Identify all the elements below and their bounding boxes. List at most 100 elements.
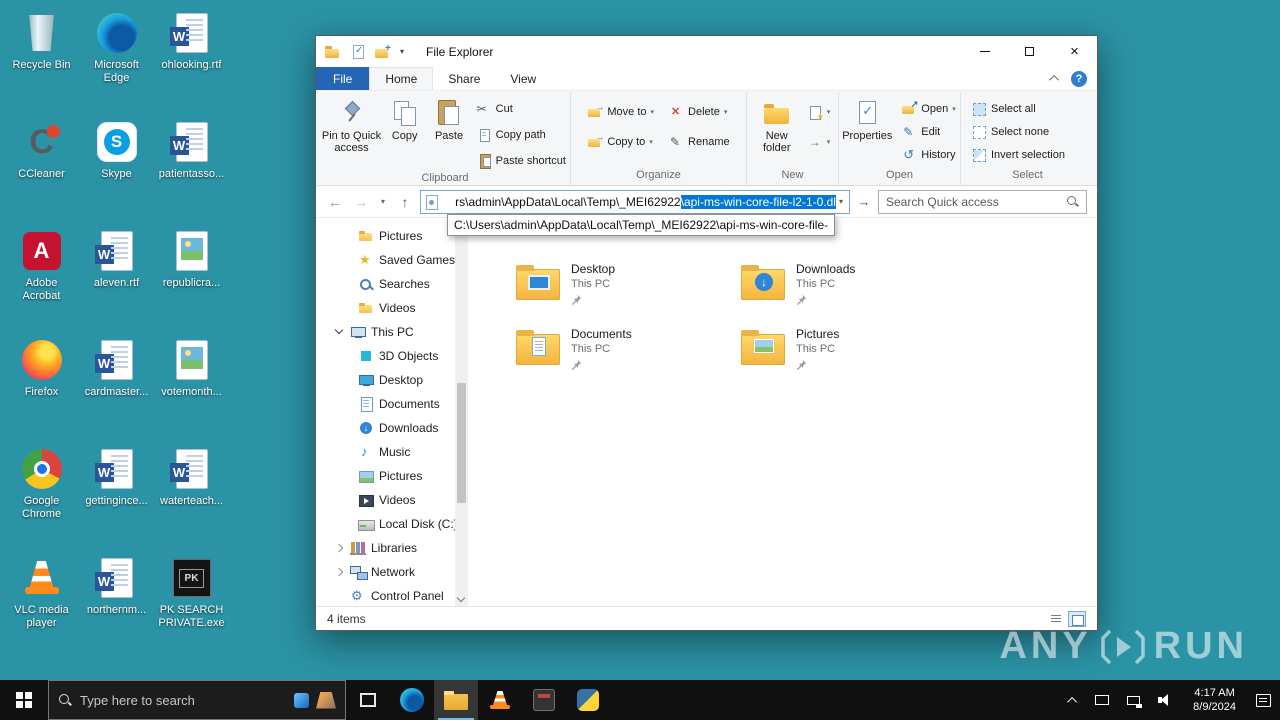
nav-item-network[interactable]: Network [316, 560, 468, 584]
chevron-right-icon[interactable] [334, 543, 344, 553]
nav-item-libraries[interactable]: Libraries [316, 536, 468, 560]
maximize-button[interactable] [1007, 36, 1052, 67]
scrollbar-thumb[interactable] [457, 383, 466, 503]
start-button[interactable] [0, 680, 48, 720]
action-center-button[interactable] [1247, 680, 1280, 720]
desktop-icon-aleven-rtf[interactable]: aleven.rtf [79, 222, 154, 331]
quick-access-item-documents[interactable]: Documents This PC [516, 325, 731, 383]
nav-item-desktop[interactable]: Desktop [316, 368, 468, 392]
taskbar-python-button[interactable] [566, 680, 610, 720]
invert-selection-button[interactable]: Invert selection [967, 145, 1069, 165]
history-button[interactable]: History [897, 145, 959, 165]
qat-customize-chevron-icon[interactable]: ▾ [400, 47, 404, 56]
edit-button[interactable]: Edit [897, 122, 959, 142]
nav-item-videos-user[interactable]: Videos [316, 296, 468, 320]
desktop-icon-ccleaner[interactable]: CCleaner [4, 113, 79, 222]
recent-locations-chevron-icon[interactable]: ▾ [376, 191, 390, 213]
nav-item-3d-objects[interactable]: 3D Objects [316, 344, 468, 368]
desktop-icon-microsoft-edge[interactable]: Microsoft Edge [79, 4, 154, 113]
taskbar-clock[interactable]: 4:17 AM 8/9/2024 [1182, 686, 1247, 714]
desktop-icon-northernm[interactable]: northernm... [79, 549, 154, 658]
nav-item-documents[interactable]: Documents [316, 392, 468, 416]
nav-item-saved-games[interactable]: Saved Games [316, 248, 468, 272]
taskbar-vlc-button[interactable] [478, 680, 522, 720]
nav-scrollbar[interactable] [455, 218, 468, 606]
desktop-icon-republicra[interactable]: republicra... [154, 222, 229, 331]
new-item-button[interactable]: ▾ [803, 102, 835, 122]
tray-display-button[interactable] [1086, 680, 1118, 720]
desktop-icon-pk-search-exe[interactable]: PK SEARCH PRIVATE.exe [154, 549, 229, 658]
cut-button[interactable]: Cut [472, 99, 570, 119]
desktop-icon-firefox[interactable]: Firefox [4, 331, 79, 440]
desktop-icon-ohlooking-rtf[interactable]: ohlooking.rtf [154, 4, 229, 113]
chevron-right-icon[interactable] [334, 567, 344, 577]
quick-access-item-pictures[interactable]: Pictures This PC [741, 325, 956, 383]
desktop-icon-waterteach[interactable]: waterteach... [154, 440, 229, 549]
tray-volume-button[interactable] [1149, 680, 1182, 720]
forward-button[interactable]: → [350, 191, 372, 213]
new-folder-button[interactable]: New folder [751, 94, 803, 154]
show-hidden-icons-button[interactable] [1061, 680, 1086, 720]
nav-item-local-disk-c[interactable]: Local Disk (C:) [316, 512, 468, 536]
copy-path-button[interactable]: Copy path [472, 125, 570, 145]
copy-button[interactable]: Copy [383, 94, 426, 142]
nav-item-this-pc[interactable]: This PC [316, 320, 468, 344]
nav-item-downloads[interactable]: Downloads [316, 416, 468, 440]
help-icon[interactable] [1071, 70, 1087, 87]
move-to-button[interactable]: Move to▾ [583, 102, 658, 122]
properties-button[interactable]: Properties [839, 94, 895, 142]
desktop-icon-google-chrome[interactable]: Google Chrome [4, 440, 79, 549]
copy-to-button[interactable]: Copy to▾ [583, 132, 658, 152]
chevron-down-icon[interactable] [334, 325, 344, 335]
up-button[interactable]: ↑ [394, 191, 416, 213]
title-bar[interactable]: ▾ File Explorer × [316, 36, 1097, 67]
tray-network-button[interactable] [1118, 680, 1149, 720]
go-to-button[interactable]: → [854, 191, 874, 213]
qat-properties-icon[interactable] [350, 44, 366, 60]
tab-share[interactable]: Share [433, 67, 495, 90]
pin-to-quick-access-button[interactable]: Pin to Quick access [320, 94, 383, 154]
minimize-button[interactable] [962, 36, 1007, 67]
taskbar-edge-button[interactable] [390, 680, 434, 720]
desktop-icon-vlc[interactable]: VLC media player [4, 549, 79, 658]
tab-home[interactable]: Home [369, 67, 434, 90]
nav-item-pictures[interactable]: Pictures [316, 224, 468, 248]
qat-new-folder-icon[interactable] [375, 43, 391, 60]
nav-item-searches[interactable]: Searches [316, 272, 468, 296]
paste-shortcut-button[interactable]: Paste shortcut [472, 151, 570, 171]
open-button[interactable]: Open▾ [897, 99, 959, 119]
quick-access-item-downloads[interactable]: Downloads This PC [741, 260, 956, 318]
taskbar-file-explorer-button[interactable] [434, 680, 478, 720]
rename-button[interactable]: Rename [664, 132, 734, 152]
desktop-icon-patientasso[interactable]: patientasso... [154, 113, 229, 222]
nav-item-pictures-pc[interactable]: Pictures [316, 464, 468, 488]
paste-button[interactable]: Paste [426, 94, 471, 142]
back-button[interactable]: ← [324, 191, 346, 213]
quick-access-item-desktop[interactable]: Desktop This PC [516, 260, 731, 318]
nav-item-music[interactable]: Music [316, 440, 468, 464]
desktop-icon-cardmaster[interactable]: cardmaster... [79, 331, 154, 440]
address-bar[interactable]: rs\admin\AppData\Local\Temp\_MEI62922 \ap… [420, 189, 850, 214]
address-autocomplete-dropdown[interactable]: C:\Users\admin\AppData\Local\Temp\_MEI62… [447, 214, 835, 236]
task-view-button[interactable] [346, 680, 390, 720]
select-none-button[interactable]: Select none [967, 122, 1069, 142]
select-all-button[interactable]: Select all [967, 99, 1069, 119]
nav-item-control-panel[interactable]: Control Panel [316, 584, 468, 606]
desktop-icon-gettingince[interactable]: gettingince... [79, 440, 154, 549]
tab-view[interactable]: View [495, 67, 551, 90]
tab-file[interactable]: File [316, 67, 370, 90]
taskbar-search[interactable]: Type here to search [48, 680, 346, 720]
desktop-icon-recycle-bin[interactable]: Recycle Bin [4, 4, 79, 113]
taskbar-app-button[interactable] [522, 680, 566, 720]
easy-access-button[interactable]: ▾ [803, 132, 835, 152]
address-dropdown-chevron-icon[interactable]: ▾ [836, 197, 846, 206]
nav-item-videos-pc[interactable]: Videos [316, 488, 468, 512]
close-button[interactable]: × [1052, 36, 1097, 67]
desktop-icon-adobe-acrobat[interactable]: Adobe Acrobat [4, 222, 79, 331]
collapse-ribbon-icon[interactable] [1049, 74, 1060, 85]
search-box[interactable]: Search Quick access [878, 189, 1087, 214]
scroll-down-icon[interactable] [456, 593, 466, 603]
desktop-icon-skype[interactable]: Skype [79, 113, 154, 222]
desktop-icon-votemonth[interactable]: votemonth... [154, 331, 229, 440]
delete-button[interactable]: Delete▾ [664, 102, 734, 122]
